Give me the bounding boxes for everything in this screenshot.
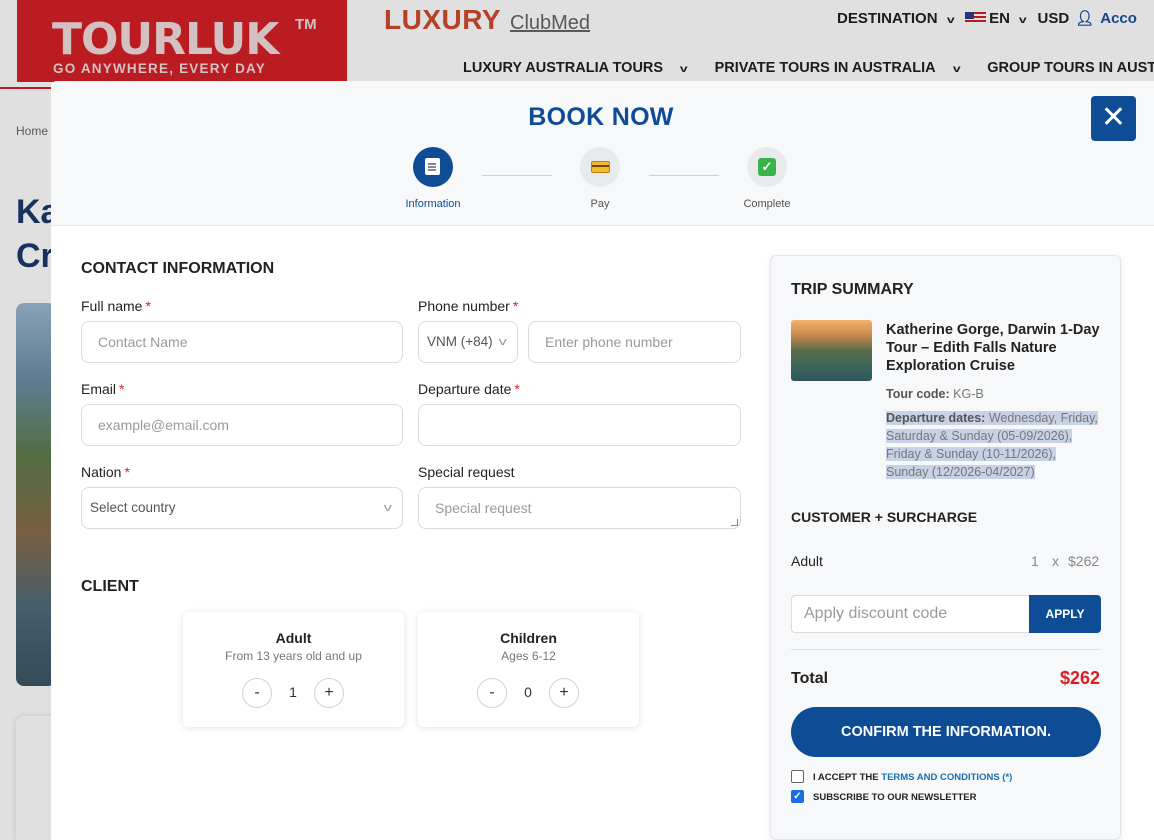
total-label: Total — [791, 670, 829, 687]
step-complete[interactable]: ✓ Complete — [712, 147, 822, 210]
terms-link[interactable]: TERMS AND CONDITIONS (*) — [881, 772, 1012, 783]
adult-line-price: $262 — [1068, 553, 1100, 569]
modal-header: BOOK NOW ✕ Information Pay ✓ Complete — [51, 81, 1154, 226]
departure-date-input[interactable] — [418, 404, 741, 446]
discount-code-input[interactable]: Apply discount code — [791, 595, 1030, 633]
newsletter-checkbox[interactable]: ✓ — [791, 790, 804, 803]
step-label: Pay — [590, 198, 610, 210]
adult-quantity: 1 — [289, 684, 297, 700]
children-passenger-card: Children Ages 6-12 - 0 + — [418, 612, 639, 727]
total-value: $262 — [1059, 668, 1100, 688]
children-quantity: 0 — [524, 684, 532, 700]
children-subtitle: Ages 6-12 — [501, 649, 556, 663]
phone-label: Phone number * — [418, 298, 519, 314]
tour-name: Katherine Gorge, Darwin 1-Day Tour – Edi… — [886, 322, 1100, 374]
special-request-label: Special request — [418, 464, 515, 480]
children-decrease-button[interactable]: - — [477, 678, 507, 708]
nation-select[interactable]: Select country v — [81, 487, 403, 529]
newsletter-label: SUBSCRIBE TO OUR NEWSLETTER — [813, 792, 977, 803]
adult-passenger-card: Adult From 13 years old and up - 1 + — [183, 612, 404, 727]
modal-title: BOOK NOW — [528, 103, 674, 131]
chevron-down-icon: v — [498, 336, 507, 348]
client-section-title: CLIENT — [81, 578, 139, 595]
tour-code: Tour code: KG-B — [886, 387, 984, 401]
adult-line-qty: 1 — [1031, 553, 1039, 569]
tour-thumbnail — [791, 320, 872, 381]
summary-divider — [791, 649, 1101, 650]
multiply-sign: x — [1052, 553, 1059, 569]
terms-label: I ACCEPT THE TERMS AND CONDITIONS (*) — [813, 772, 1013, 783]
step-label: Complete — [743, 198, 791, 210]
check-box-icon: ✓ — [758, 158, 776, 176]
step-connector — [649, 175, 719, 176]
credit-card-icon — [591, 161, 610, 173]
clipboard-icon — [425, 158, 440, 175]
full-name-input[interactable]: Contact Name — [81, 321, 403, 363]
adult-decrease-button[interactable]: - — [242, 678, 272, 708]
step-label: Information — [405, 198, 461, 210]
resize-handle[interactable] — [731, 519, 738, 526]
step-connector — [482, 175, 552, 176]
email-label: Email * — [81, 381, 125, 397]
email-input[interactable]: example@email.com — [81, 404, 403, 446]
contact-section-title: CONTACT INFORMATION — [81, 260, 275, 277]
trip-summary-panel: TRIP SUMMARY Katherine Gorge, Darwin 1-D… — [770, 255, 1121, 840]
trip-summary-title: TRIP SUMMARY — [791, 281, 914, 298]
special-request-textarea[interactable]: Special request — [418, 487, 741, 529]
adult-title: Adult — [275, 630, 312, 646]
departure-date-label: Departure date * — [418, 381, 520, 397]
adult-subtitle: From 13 years old and up — [225, 649, 362, 663]
phone-input[interactable]: Enter phone number — [528, 321, 741, 363]
adult-line-label: Adult — [791, 553, 823, 569]
children-quantity-stepper: - 0 + — [477, 678, 579, 708]
step-information[interactable]: Information — [378, 147, 488, 210]
surcharge-title: CUSTOMER + SURCHARGE — [791, 509, 978, 525]
adult-quantity-stepper: - 1 + — [242, 678, 344, 708]
terms-checkbox[interactable] — [791, 770, 804, 783]
departure-dates: Departure dates: Wednesday, Friday, Satu… — [886, 411, 1098, 479]
children-increase-button[interactable]: + — [549, 678, 579, 708]
chevron-down-icon: v — [383, 502, 392, 514]
booking-modal: BOOK NOW ✕ Information Pay ✓ Complete CO… — [51, 81, 1154, 840]
adult-increase-button[interactable]: + — [314, 678, 344, 708]
close-button[interactable]: ✕ — [1091, 96, 1136, 141]
country-code-select[interactable]: VNM (+84) v — [418, 321, 518, 363]
confirm-button[interactable]: CONFIRM THE INFORMATION. — [791, 707, 1101, 757]
step-pay[interactable]: Pay — [545, 147, 655, 210]
children-title: Children — [500, 630, 557, 646]
full-name-label: Full name * — [81, 298, 151, 314]
nation-label: Nation * — [81, 464, 130, 480]
apply-discount-button[interactable]: APPLY — [1029, 595, 1101, 633]
